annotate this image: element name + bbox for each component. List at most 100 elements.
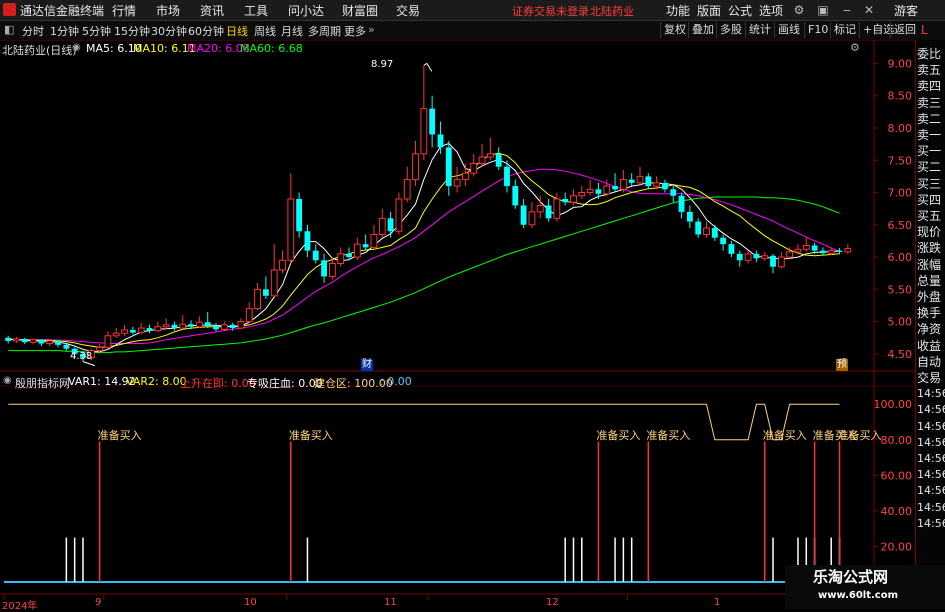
- ma5-polyline: [8, 142, 840, 353]
- candle-body: [403, 179, 411, 200]
- candle-body: [129, 329, 136, 333]
- candle-body: [162, 324, 170, 328]
- y-tick-label: 8.00: [888, 122, 913, 135]
- candle-body: [512, 186, 519, 206]
- candle-body: [112, 332, 120, 337]
- candle-body: [96, 346, 104, 352]
- candle-body: [720, 237, 727, 245]
- candle-body: [486, 153, 494, 158]
- candle-body: [262, 289, 269, 296]
- candle-body: [437, 134, 444, 148]
- candle-body: [761, 255, 769, 259]
- indicator-name: 殷朋指标网: [15, 377, 70, 390]
- candle-body: [137, 327, 145, 334]
- candle-body: [304, 231, 311, 251]
- buy-signal-label: 准备买入: [596, 429, 641, 442]
- y-tick-label: 9.00: [888, 57, 913, 70]
- candles: [5, 62, 852, 367]
- y-tick-label: 8.50: [888, 90, 913, 103]
- candle-body: [586, 188, 594, 194]
- candle-body: [453, 179, 461, 187]
- buy-signal-label: 准备买入: [837, 429, 882, 442]
- y-tick-label: 5.00: [888, 316, 913, 329]
- legend-toggle-icon[interactable]: ◉: [72, 42, 81, 53]
- y-tick-label: 7.50: [888, 154, 913, 167]
- candle-body: [237, 321, 245, 329]
- candle-body: [786, 251, 794, 258]
- y-tick-label: 4.50: [888, 348, 913, 361]
- candle-body: [662, 182, 668, 190]
- candle-body: [753, 253, 760, 259]
- candle-body: [470, 162, 478, 174]
- candle-body: [370, 233, 378, 248]
- candle-body: [495, 153, 502, 167]
- candle-body: [204, 322, 211, 327]
- candle-body: [395, 198, 403, 232]
- high-pointer: [423, 62, 433, 72]
- candle-body: [744, 253, 752, 261]
- y-tick-label: 20.00: [881, 540, 913, 553]
- candle-body: [378, 217, 386, 235]
- candle-body: [736, 253, 743, 261]
- event-report-marker[interactable]: 财: [361, 359, 373, 371]
- candle-body: [179, 323, 187, 329]
- candle-body: [545, 205, 552, 219]
- candle-body: [353, 243, 361, 258]
- candle-body: [270, 269, 278, 297]
- kline-chart[interactable]: 4.50 5.00 5.50 6.00 6.50 7.00 7.50 8.00 8.50 9.00…: [0, 0, 945, 609]
- event-forecast-marker[interactable]: 预: [836, 359, 848, 371]
- y-tick-label: 40.00: [881, 505, 913, 518]
- candle-body: [819, 250, 826, 254]
- y-tick-label: 80.00: [881, 434, 913, 447]
- watermark-title: 乐淘公式网: [813, 568, 889, 586]
- candle-body: [229, 324, 236, 329]
- y-tick-label: 60.00: [881, 469, 913, 482]
- candle-body: [420, 108, 428, 155]
- y-tick-label: 100.00: [874, 398, 913, 411]
- candle-body: [63, 344, 70, 349]
- candle-body: [619, 179, 627, 190]
- x-label-jan: 1: [714, 597, 721, 608]
- candle-body: [337, 253, 345, 265]
- candle-body: [478, 156, 486, 164]
- candle-body: [836, 250, 843, 252]
- candle-body: [220, 324, 228, 330]
- x-label-dec: 12: [546, 597, 559, 608]
- candle-body: [46, 340, 54, 345]
- candle-body: [29, 339, 37, 343]
- buy-signal-label: 准备买入: [288, 429, 333, 442]
- candle-body: [553, 198, 561, 219]
- candle-body: [686, 211, 693, 222]
- candle-body: [562, 198, 569, 203]
- chart-settings-icon[interactable]: ⚙: [850, 41, 860, 54]
- candle-body: [387, 218, 394, 232]
- candle-body: [794, 248, 802, 253]
- low-pointer: [82, 361, 96, 367]
- candle-body: [520, 205, 527, 225]
- candle-body: [827, 250, 835, 254]
- candle-body: [287, 198, 295, 261]
- candle-body: [570, 195, 577, 203]
- candle-body: [429, 108, 436, 135]
- ma20-line: [8, 168, 840, 344]
- indicator-toggle-icon[interactable]: ◉: [3, 375, 12, 386]
- candle-body: [296, 198, 303, 232]
- candle-body: [695, 221, 702, 235]
- candle-body: [146, 328, 153, 331]
- chart-frame: [0, 40, 915, 595]
- candle-body: [802, 244, 810, 250]
- ma60-label: MA60: 6.68: [240, 42, 303, 55]
- ma5-line: [8, 142, 840, 353]
- candle-body: [213, 326, 219, 330]
- candle-body: [195, 321, 203, 328]
- candle-body: [328, 263, 336, 277]
- candle-body: [770, 255, 776, 267]
- candle-body: [703, 227, 710, 235]
- ma10-polyline: [8, 152, 840, 348]
- y-tick-label: 7.00: [888, 187, 913, 200]
- candle-body: [21, 339, 28, 343]
- candle-body: [104, 335, 112, 348]
- y-tick-label: 6.00: [888, 251, 913, 264]
- high-marker: 8.97: [371, 59, 394, 70]
- candle-body: [595, 189, 602, 194]
